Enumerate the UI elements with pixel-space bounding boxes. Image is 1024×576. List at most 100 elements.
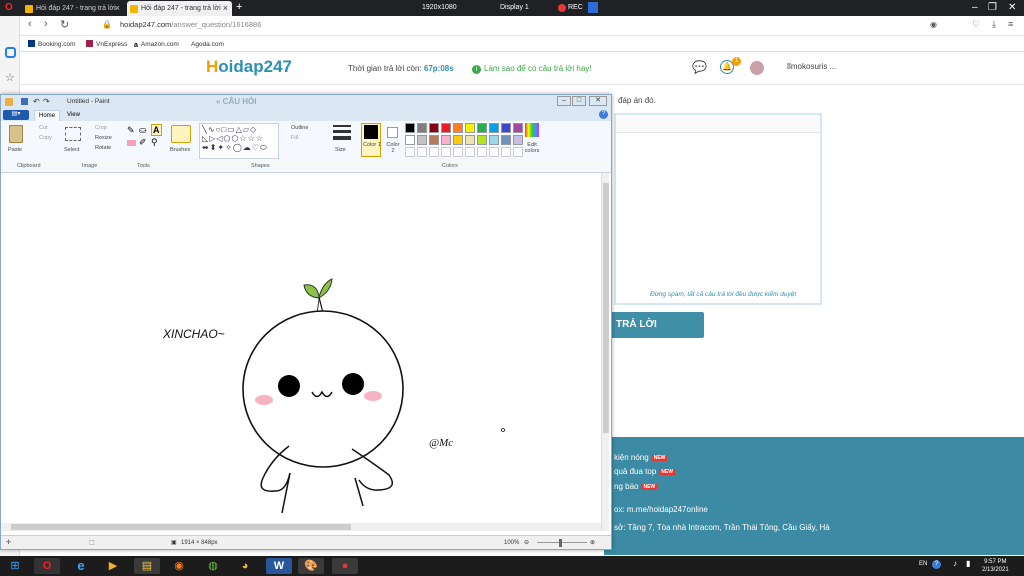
- ie-taskbar-icon[interactable]: e: [68, 558, 94, 574]
- palette-swatch[interactable]: [489, 123, 499, 133]
- size-button[interactable]: Size: [335, 147, 346, 153]
- file-explorer-icon[interactable]: ▤: [134, 558, 160, 574]
- edit-colors-button[interactable]: Edit colors: [522, 142, 542, 154]
- url-field[interactable]: hoidap247.com/answer_question/1616886: [120, 20, 261, 29]
- minimize-window-icon[interactable]: –: [972, 0, 978, 15]
- eraser-icon[interactable]: [127, 140, 136, 146]
- recorder-rec-label[interactable]: REC: [568, 0, 583, 16]
- submit-answer-button[interactable]: TRẢ LỜI: [606, 312, 704, 338]
- app-green-icon[interactable]: ◍: [200, 558, 226, 574]
- resize-button[interactable]: Resize: [95, 135, 112, 141]
- back-icon[interactable]: ‹: [28, 18, 32, 30]
- palette-swatch[interactable]: [441, 135, 451, 145]
- close-tab-icon[interactable]: ×: [115, 1, 120, 16]
- close-tab-icon[interactable]: ×: [223, 1, 228, 16]
- undo-icon[interactable]: ↶: [33, 95, 40, 109]
- language-indicator[interactable]: EN: [919, 561, 927, 567]
- bookmark-agoda[interactable]: Agoda.com: [188, 37, 224, 52]
- heart-icon[interactable]: ♡: [972, 19, 980, 30]
- copy-button[interactable]: Copy: [39, 135, 52, 141]
- paste-button[interactable]: Paste: [8, 147, 22, 153]
- palette-swatch[interactable]: [501, 135, 511, 145]
- palette-swatch[interactable]: [405, 123, 415, 133]
- help-icon[interactable]: ?: [599, 110, 608, 119]
- palette-empty-swatch[interactable]: [405, 147, 415, 157]
- speed-dial-icon[interactable]: [5, 47, 16, 58]
- help-tray-icon[interactable]: ?: [932, 560, 941, 569]
- paint-maximize-icon[interactable]: □: [572, 96, 586, 106]
- paint-title-bar[interactable]: ↶ ↷ Untitled - Paint « CÂU HỎI – □ ✕: [1, 95, 611, 109]
- crop-button[interactable]: Crop: [95, 125, 107, 131]
- palette-empty-swatch[interactable]: [417, 147, 427, 157]
- redo-icon[interactable]: ↷: [43, 95, 50, 109]
- answer-editor[interactable]: [614, 113, 822, 305]
- fill-bucket-icon[interactable]: ⛀: [139, 125, 147, 136]
- footer-link-top[interactable]: quả đua top NEW: [614, 467, 675, 476]
- fill-button[interactable]: Fill: [291, 135, 298, 141]
- palette-swatch[interactable]: [429, 135, 439, 145]
- shapes-gallery[interactable]: ╲∿○□▭△▱◇ ◺▷◁⬠⬡☆☆☆ ⬌⬍✦✧◯☁♡⬭: [199, 123, 279, 159]
- palette-swatch[interactable]: [417, 135, 427, 145]
- zoom-out-icon[interactable]: ⊖: [524, 536, 529, 550]
- select-icon[interactable]: [65, 127, 81, 141]
- palette-empty-swatch[interactable]: [441, 147, 451, 157]
- palette-swatch[interactable]: [477, 123, 487, 133]
- tab-view[interactable]: View: [67, 110, 80, 120]
- palette-empty-swatch[interactable]: [501, 147, 511, 157]
- word-icon[interactable]: W: [266, 558, 292, 574]
- horizontal-scrollbar[interactable]: [1, 523, 601, 531]
- close-window-icon[interactable]: ✕: [1008, 0, 1016, 15]
- magnifier-icon[interactable]: ⚲: [151, 137, 158, 148]
- recorder-square-icon[interactable]: [588, 2, 598, 13]
- network-icon[interactable]: ▮: [966, 559, 970, 568]
- footer-link-hot[interactable]: kiện nóng NEW: [614, 453, 668, 462]
- palette-empty-swatch[interactable]: [429, 147, 439, 157]
- palette-swatch[interactable]: [441, 123, 451, 133]
- palette-empty-swatch[interactable]: [477, 147, 487, 157]
- palette-swatch[interactable]: [453, 135, 463, 145]
- start-button[interactable]: ⊞: [2, 558, 28, 574]
- username[interactable]: ʬmokosuris ...: [787, 62, 836, 71]
- vertical-scrollbar[interactable]: [601, 173, 609, 531]
- site-logo[interactable]: Hoidap247: [206, 57, 292, 77]
- tab-home[interactable]: Home: [34, 110, 60, 121]
- system-clock[interactable]: 9:57 PM 2/13/2021: [982, 558, 1009, 574]
- zoom-slider-thumb[interactable]: [559, 539, 562, 547]
- opera-logo-icon[interactable]: O: [5, 3, 13, 13]
- color2-value[interactable]: [387, 127, 398, 138]
- select-button[interactable]: Select: [64, 147, 79, 153]
- paint-close-icon[interactable]: ✕: [589, 96, 607, 106]
- bookmark-booking[interactable]: Booking.com: [28, 37, 76, 52]
- chat-icon[interactable]: 💬: [692, 60, 707, 74]
- menu-icon[interactable]: ≡: [1008, 19, 1013, 29]
- palette-swatch[interactable]: [405, 135, 415, 145]
- zoom-slider[interactable]: [537, 542, 587, 543]
- palette-swatch[interactable]: [465, 135, 475, 145]
- palette-empty-swatch[interactable]: [465, 147, 475, 157]
- forward-icon[interactable]: ›: [44, 18, 48, 30]
- paint-minimize-icon[interactable]: –: [557, 96, 571, 106]
- vertical-scroll-thumb[interactable]: [603, 183, 609, 433]
- avatar[interactable]: [750, 61, 764, 75]
- palette-empty-swatch[interactable]: [489, 147, 499, 157]
- firefox-icon[interactable]: ◉: [166, 558, 192, 574]
- palette-swatch[interactable]: [429, 123, 439, 133]
- bookmark-amazon[interactable]: a Amazon.com: [134, 37, 179, 52]
- reload-icon[interactable]: ↻: [60, 18, 69, 31]
- footer-link-announce[interactable]: ng báo NEW: [614, 482, 658, 491]
- cut-button[interactable]: Cut: [39, 125, 48, 131]
- paint-taskbar-icon[interactable]: 🎨: [298, 558, 324, 574]
- palette-swatch[interactable]: [417, 123, 427, 133]
- size-icon[interactable]: [333, 125, 351, 143]
- pencil-icon[interactable]: ✎: [127, 125, 135, 136]
- media-player-icon[interactable]: ▶: [100, 558, 126, 574]
- edit-colors-icon[interactable]: [525, 123, 539, 137]
- horizontal-scroll-thumb[interactable]: [11, 524, 351, 530]
- brushes-icon[interactable]: [171, 125, 191, 143]
- palette-swatch[interactable]: [477, 135, 487, 145]
- color-picker-icon[interactable]: ✐: [139, 137, 147, 148]
- paint-canvas[interactable]: XINCHAO~ @Mc: [1, 173, 611, 531]
- save-icon[interactable]: [21, 98, 28, 105]
- download-icon[interactable]: ⤓: [992, 19, 996, 30]
- zoom-in-icon[interactable]: ⊕: [590, 536, 595, 550]
